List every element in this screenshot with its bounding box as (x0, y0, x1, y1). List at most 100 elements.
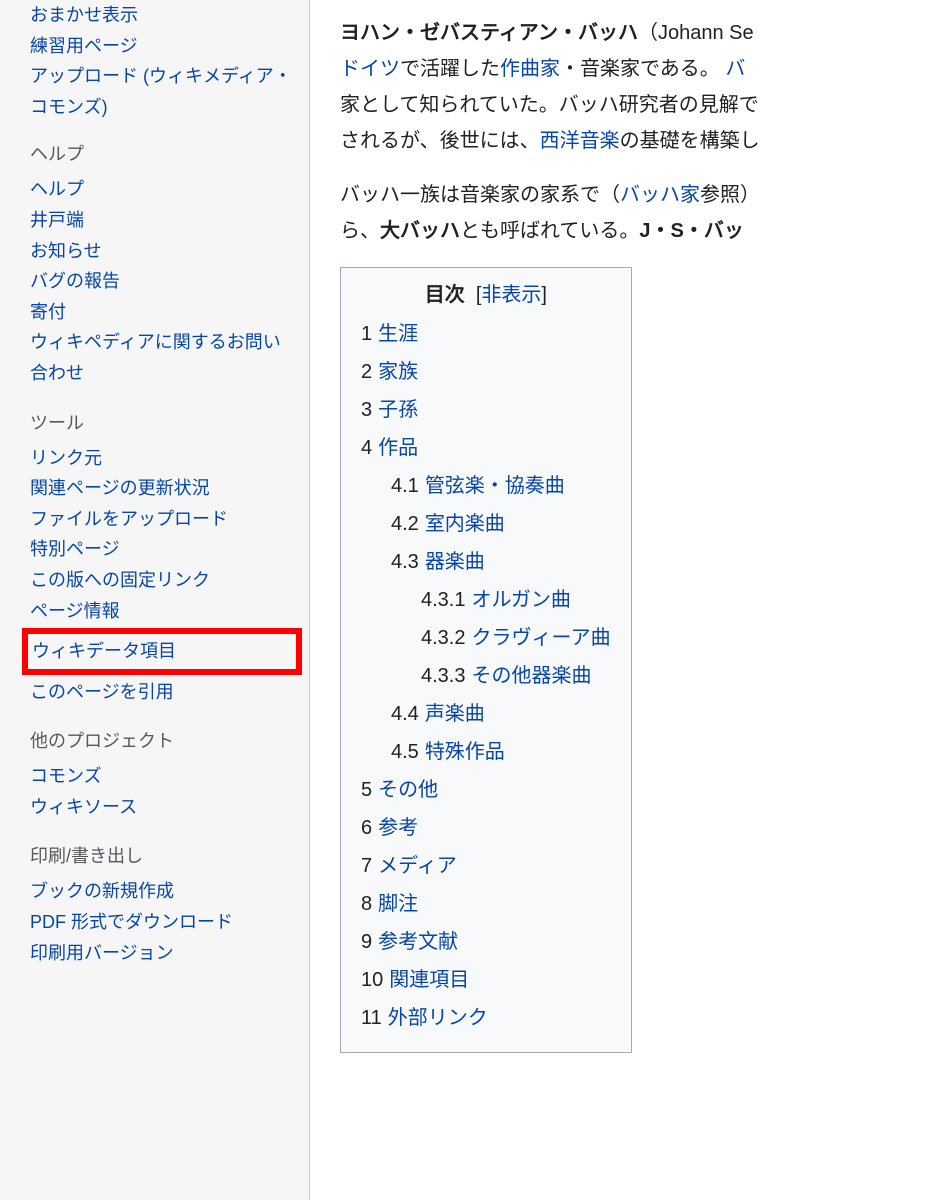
link-ba[interactable]: バ (725, 58, 745, 80)
toc-item-link[interactable]: 作品 (378, 437, 418, 459)
toc-item-number: 4.3.2 (421, 627, 465, 649)
toc-item-number: 5 (361, 779, 372, 801)
toc-item-link[interactable]: 参考 (378, 817, 418, 839)
toc-item: 10 関連項目 (361, 961, 611, 999)
toc-item-number: 11 (361, 1007, 382, 1029)
toc-item: 11 外部リンク (361, 999, 611, 1037)
link-bach-family[interactable]: バッハ家 (620, 184, 700, 206)
sidebar-link-upload-file[interactable]: ファイルをアップロード (30, 509, 228, 529)
sidebar-link-village-pump[interactable]: 井戸端 (30, 210, 84, 230)
sidebar-link-notice[interactable]: お知らせ (30, 241, 102, 261)
toc-item: 4.2室内楽曲 (391, 505, 611, 543)
sidebar: おまかせ表示 練習用ページ アップロード (ウィキメディア・コモンズ) ヘルプ … (0, 0, 310, 1200)
sidebar-heading-help: ヘルプ (30, 140, 294, 166)
article-content: ヨハン・ゼバスティアン・バッハ（Johann Se ドイツで活躍した作曲家・音楽… (310, 0, 927, 1200)
sidebar-link-citepage[interactable]: このページを引用 (30, 682, 174, 702)
toc-item-link[interactable]: 生涯 (378, 323, 418, 345)
toc-item-link[interactable]: メディア (378, 855, 457, 877)
toc-item-link[interactable]: 脚注 (378, 893, 418, 915)
text: （Johann Se (638, 22, 754, 44)
sidebar-heading-tools: ツール (30, 409, 294, 435)
text: 家として知られていた。バッハ研究者の見解で (340, 94, 759, 116)
sidebar-link-bug-report[interactable]: バグの報告 (30, 271, 120, 291)
toc-item: 8脚注 (361, 885, 611, 923)
toc-item-link[interactable]: 関連項目 (389, 969, 469, 991)
toc-item-link[interactable]: クラヴィーア曲 (471, 627, 610, 649)
text-bold-js-bach: J・S・バッ (639, 220, 743, 242)
text: ・音楽家である。 (560, 58, 725, 80)
toc-list: 1生涯2家族3子孫4作品4.1管弦楽・協奏曲4.2室内楽曲4.3器楽曲4.3.1… (361, 315, 611, 1037)
toc-item-number: 4.1 (391, 475, 419, 497)
toc-toggle-bracket: ] (541, 284, 547, 306)
sidebar-link-commons[interactable]: コモンズ (30, 766, 102, 786)
toc-item-number: 4.3 (391, 551, 419, 573)
toc-item: 4.5特殊作品 (391, 733, 611, 771)
toc-item-link[interactable]: 外部リンク (388, 1007, 488, 1029)
toc-title: 目次 (425, 284, 465, 306)
toc-item: 4.3.1オルガン曲 (421, 581, 611, 619)
toc-item-link[interactable]: 器楽曲 (425, 551, 485, 573)
toc-toggle-link[interactable]: 非表示 (481, 284, 541, 306)
sidebar-section-tools: ツール リンク元 関連ページの更新状況 ファイルをアップロード 特別ページ この… (30, 409, 294, 708)
sidebar-link-specialpages[interactable]: 特別ページ (30, 539, 120, 559)
toc-header: 目次 [非表示] (361, 278, 611, 307)
sidebar-link-printversion[interactable]: 印刷用バージョン (30, 943, 174, 963)
text: バッハ一族は音楽家の家系で（ (340, 184, 620, 206)
toc-item-number: 10 (361, 969, 383, 991)
sidebar-section-print: 印刷/書き出し ブックの新規作成 PDF 形式でダウンロード 印刷用バージョン (30, 842, 294, 968)
sidebar-heading-print: 印刷/書き出し (30, 842, 294, 868)
sidebar-link-donate[interactable]: 寄付 (30, 302, 66, 322)
text: とも呼ばれている。 (460, 220, 639, 242)
toc-item: 2家族 (361, 353, 611, 391)
sidebar-link-upload[interactable]: アップロード (ウィキメディア・コモンズ) (30, 66, 292, 117)
toc-item-link[interactable]: 子孫 (378, 399, 418, 421)
sidebar-link-whatlinkshere[interactable]: リンク元 (30, 448, 102, 468)
text: の基礎を構築し (620, 130, 760, 152)
sidebar-heading-projects: 他のプロジェクト (30, 727, 294, 753)
sidebar-list-print: ブックの新規作成 PDF 形式でダウンロード 印刷用バージョン (30, 876, 294, 968)
sidebar-link-help[interactable]: ヘルプ (30, 179, 84, 199)
toc-item-link[interactable]: 室内楽曲 (425, 513, 505, 535)
toc-item-link[interactable]: その他 (378, 779, 438, 801)
toc-item-link[interactable]: 特殊作品 (425, 741, 505, 763)
sidebar-link-permalink[interactable]: この版への固定リンク (30, 570, 210, 590)
text: ら、 (340, 220, 380, 242)
toc-item-number: 1 (361, 323, 372, 345)
text: されるが、後世には、 (340, 130, 540, 152)
sidebar-link-recentchangeslinked[interactable]: 関連ページの更新状況 (30, 478, 210, 498)
toc-item: 4.3 器楽曲 (391, 543, 611, 581)
sidebar-top-list: おまかせ表示 練習用ページ アップロード (ウィキメディア・コモンズ) (30, 0, 294, 122)
sidebar-link-wikidata-item[interactable]: ウィキデータ項目 (32, 641, 176, 661)
toc-item: 4.3.2 クラヴィーア曲 (421, 619, 611, 657)
sidebar-link-random[interactable]: おまかせ表示 (30, 5, 138, 25)
toc-item-number: 6 (361, 817, 372, 839)
toc-item: 4.1 管弦楽・協奏曲 (391, 467, 611, 505)
paragraph-1: ヨハン・ゼバスティアン・バッハ（Johann Se ドイツで活躍した作曲家・音楽… (340, 15, 927, 159)
table-of-contents: 目次 [非表示] 1生涯2家族3子孫4作品4.1管弦楽・協奏曲4.2室内楽曲4.… (340, 267, 632, 1053)
sidebar-link-contact[interactable]: ウィキペディアに関するお問い合わせ (30, 332, 281, 383)
toc-item-link[interactable]: 声楽曲 (425, 703, 485, 725)
link-germany[interactable]: ドイツ (340, 58, 400, 80)
toc-item-link[interactable]: オルガン曲 (471, 589, 570, 611)
toc-item: 7メディア (361, 847, 611, 885)
toc-item: 6 参考 (361, 809, 611, 847)
toc-item: 4.4声楽曲 (391, 695, 611, 733)
toc-item-number: 4.3.3 (421, 665, 465, 687)
toc-item-link[interactable]: その他器楽曲 (471, 665, 591, 687)
toc-item: 9 参考文献 (361, 923, 611, 961)
link-western-music[interactable]: 西洋音楽 (540, 130, 620, 152)
toc-item-link[interactable]: 参考文献 (378, 931, 458, 953)
sidebar-link-wikisource[interactable]: ウィキソース (30, 797, 137, 817)
sidebar-list-help: ヘルプ 井戸端 お知らせ バグの報告 寄付 ウィキペディアに関するお問い合わせ (30, 174, 294, 388)
sidebar-link-createbook[interactable]: ブックの新規作成 (30, 881, 174, 901)
sidebar-link-pageinfo[interactable]: ページ情報 (30, 601, 120, 621)
toc-item: 4.3.3 その他器楽曲 (421, 657, 611, 695)
toc-item-number: 9 (361, 931, 372, 953)
text-bold: 大バッハ (380, 220, 460, 242)
sidebar-link-sandbox[interactable]: 練習用ページ (30, 36, 138, 56)
sidebar-link-pdf[interactable]: PDF 形式でダウンロード (30, 912, 233, 932)
toc-item: 1 生涯 (361, 315, 611, 353)
link-composer[interactable]: 作曲家 (500, 58, 560, 80)
toc-item-link[interactable]: 管弦楽・協奏曲 (425, 475, 565, 497)
toc-item-link[interactable]: 家族 (378, 361, 418, 383)
